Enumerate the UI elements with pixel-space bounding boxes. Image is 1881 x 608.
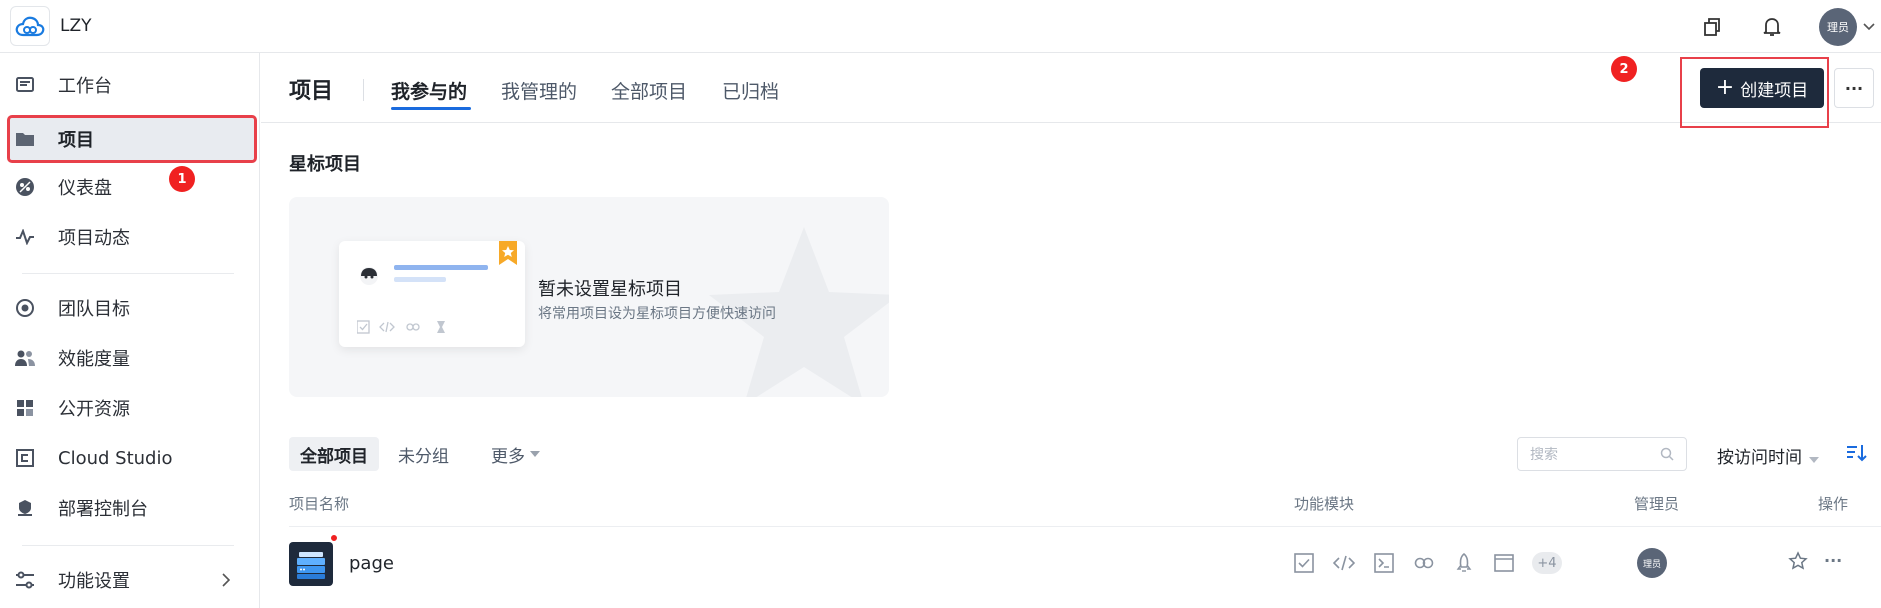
column-header-modules: 功能模块 — [1294, 495, 1355, 513]
sidebar-item-label: 团队目标 — [58, 299, 130, 320]
dashboard-icon — [14, 176, 36, 198]
sidebar-item-label: 效能度量 — [58, 349, 130, 370]
grid-icon — [14, 397, 36, 419]
tab-all-projects[interactable]: 全部项目 — [611, 77, 687, 104]
placeholder-line — [394, 265, 488, 270]
sidebar-item-label: 仪表盘 — [58, 178, 112, 199]
link-icon[interactable] — [1413, 552, 1435, 574]
placeholder-line — [394, 277, 446, 282]
filter-more-label: 更多 — [491, 446, 525, 467]
org-name[interactable]: LZY — [60, 16, 92, 36]
starred-empty-subtitle: 将常用项目设为星标项目方便快速访问 — [538, 306, 776, 322]
deploy-icon — [14, 497, 36, 519]
project-icon — [289, 542, 333, 586]
project-avatar-icon — [360, 267, 378, 285]
code-icon[interactable] — [1333, 552, 1355, 574]
caret-down-icon — [530, 451, 540, 457]
column-header-actions: 操作 — [1818, 495, 1849, 513]
target-icon — [14, 297, 36, 319]
cloud-logo-icon — [15, 16, 45, 37]
create-project-button[interactable]: + 创建项目 — [1700, 68, 1824, 108]
terminal-icon[interactable] — [1373, 552, 1395, 574]
workbench-icon — [14, 74, 36, 96]
bell-icon[interactable] — [1759, 14, 1785, 40]
chevron-down-icon[interactable] — [1863, 22, 1875, 31]
table-divider — [289, 526, 1881, 527]
window-icon[interactable] — [1493, 552, 1515, 574]
sidebar-item-dashboard[interactable]: 仪表盘 — [8, 164, 256, 210]
folder-icon — [14, 128, 36, 150]
manager-avatar[interactable]: 理员 — [1637, 548, 1667, 578]
sidebar-item-label: 功能设置 — [58, 571, 130, 592]
row-more-icon[interactable]: ··· — [1824, 551, 1842, 570]
sidebar-item-cloud-studio[interactable]: Cloud Studio — [8, 435, 256, 481]
header-separator — [363, 79, 364, 101]
bookmark-star-icon — [499, 241, 517, 265]
sidebar-item-projects[interactable]: 项目 — [7, 115, 257, 163]
placeholder-module-icons — [357, 320, 445, 334]
sidebar-divider — [22, 273, 234, 274]
settings-sliders-icon — [14, 569, 36, 591]
starred-section-title: 星标项目 — [289, 154, 361, 175]
tab-managed[interactable]: 我管理的 — [501, 77, 577, 104]
sidebar-item-label: 项目动态 — [58, 228, 130, 249]
starred-placeholder-card — [339, 241, 525, 347]
annotation-badge-2: 2 — [1611, 56, 1637, 82]
modules-more-count[interactable]: +4 — [1532, 552, 1562, 574]
tab-participating[interactable]: 我参与的 — [391, 77, 467, 104]
sidebar-item-activity[interactable]: 项目动态 — [8, 214, 256, 260]
filter-tab-all[interactable]: 全部项目 — [289, 437, 379, 471]
main-header: 项目 我参与的 我管理的 全部项目 已归档 — [261, 53, 1881, 123]
top-bar: LZY 理员 — [0, 0, 1881, 53]
create-project-label: 创建项目 — [1740, 80, 1809, 101]
activity-icon — [14, 226, 36, 248]
header-more-button[interactable]: ··· — [1834, 68, 1874, 108]
sort-dropdown[interactable]: 按访问时间 — [1717, 443, 1820, 468]
caret-down-icon — [1809, 457, 1820, 463]
sidebar-item-label: 工作台 — [58, 76, 112, 97]
sidebar: 工作台 项目 仪表盘 项目动态 团队目标 效能度量 公开资源 Cloud Stu… — [0, 53, 260, 608]
search-placeholder: 搜索 — [1530, 447, 1558, 463]
sort-label: 按访问时间 — [1717, 448, 1802, 468]
sidebar-item-label: Cloud Studio — [58, 447, 173, 469]
cloud-studio-icon — [14, 447, 36, 469]
sidebar-item-label: 公开资源 — [58, 399, 130, 420]
sidebar-item-label: 项目 — [58, 130, 94, 151]
annotation-badge-1: 1 — [169, 166, 195, 192]
unread-dot — [330, 534, 338, 542]
sidebar-item-workbench[interactable]: 工作台 — [8, 62, 256, 108]
star-icon[interactable] — [1788, 551, 1808, 571]
sort-order-icon[interactable] — [1846, 443, 1868, 463]
people-icon — [14, 347, 36, 369]
sidebar-item-team-goals[interactable]: 团队目标 — [8, 285, 256, 331]
column-header-name: 项目名称 — [289, 495, 350, 513]
starred-empty-title: 暂未设置星标项目 — [538, 279, 682, 300]
active-tab-indicator — [391, 107, 471, 110]
filter-tab-more[interactable]: 更多 — [491, 437, 540, 471]
project-name[interactable]: page — [349, 553, 394, 574]
task-icon[interactable] — [1293, 552, 1315, 574]
app-logo[interactable] — [10, 6, 50, 46]
filter-tab-ungrouped[interactable]: 未分组 — [398, 437, 449, 471]
page-title: 项目 — [289, 79, 334, 104]
sidebar-item-deploy-console[interactable]: 部署控制台 — [8, 485, 256, 531]
search-input[interactable]: 搜索 — [1517, 437, 1687, 471]
column-header-manager: 管理员 — [1634, 495, 1680, 513]
copy-window-icon[interactable] — [1699, 14, 1725, 40]
sidebar-item-metrics[interactable]: 效能度量 — [8, 335, 256, 381]
sidebar-item-label: 部署控制台 — [58, 499, 148, 520]
tab-archived[interactable]: 已归档 — [722, 77, 779, 104]
sidebar-item-settings[interactable]: 功能设置 — [8, 557, 256, 603]
user-avatar[interactable]: 理员 — [1819, 7, 1857, 46]
sidebar-item-public-resources[interactable]: 公开资源 — [8, 385, 256, 431]
sidebar-divider — [22, 545, 234, 546]
chevron-right-icon — [222, 573, 230, 587]
search-icon — [1660, 447, 1674, 461]
plus-icon: + — [1715, 75, 1735, 100]
rocket-icon[interactable] — [1453, 552, 1475, 574]
